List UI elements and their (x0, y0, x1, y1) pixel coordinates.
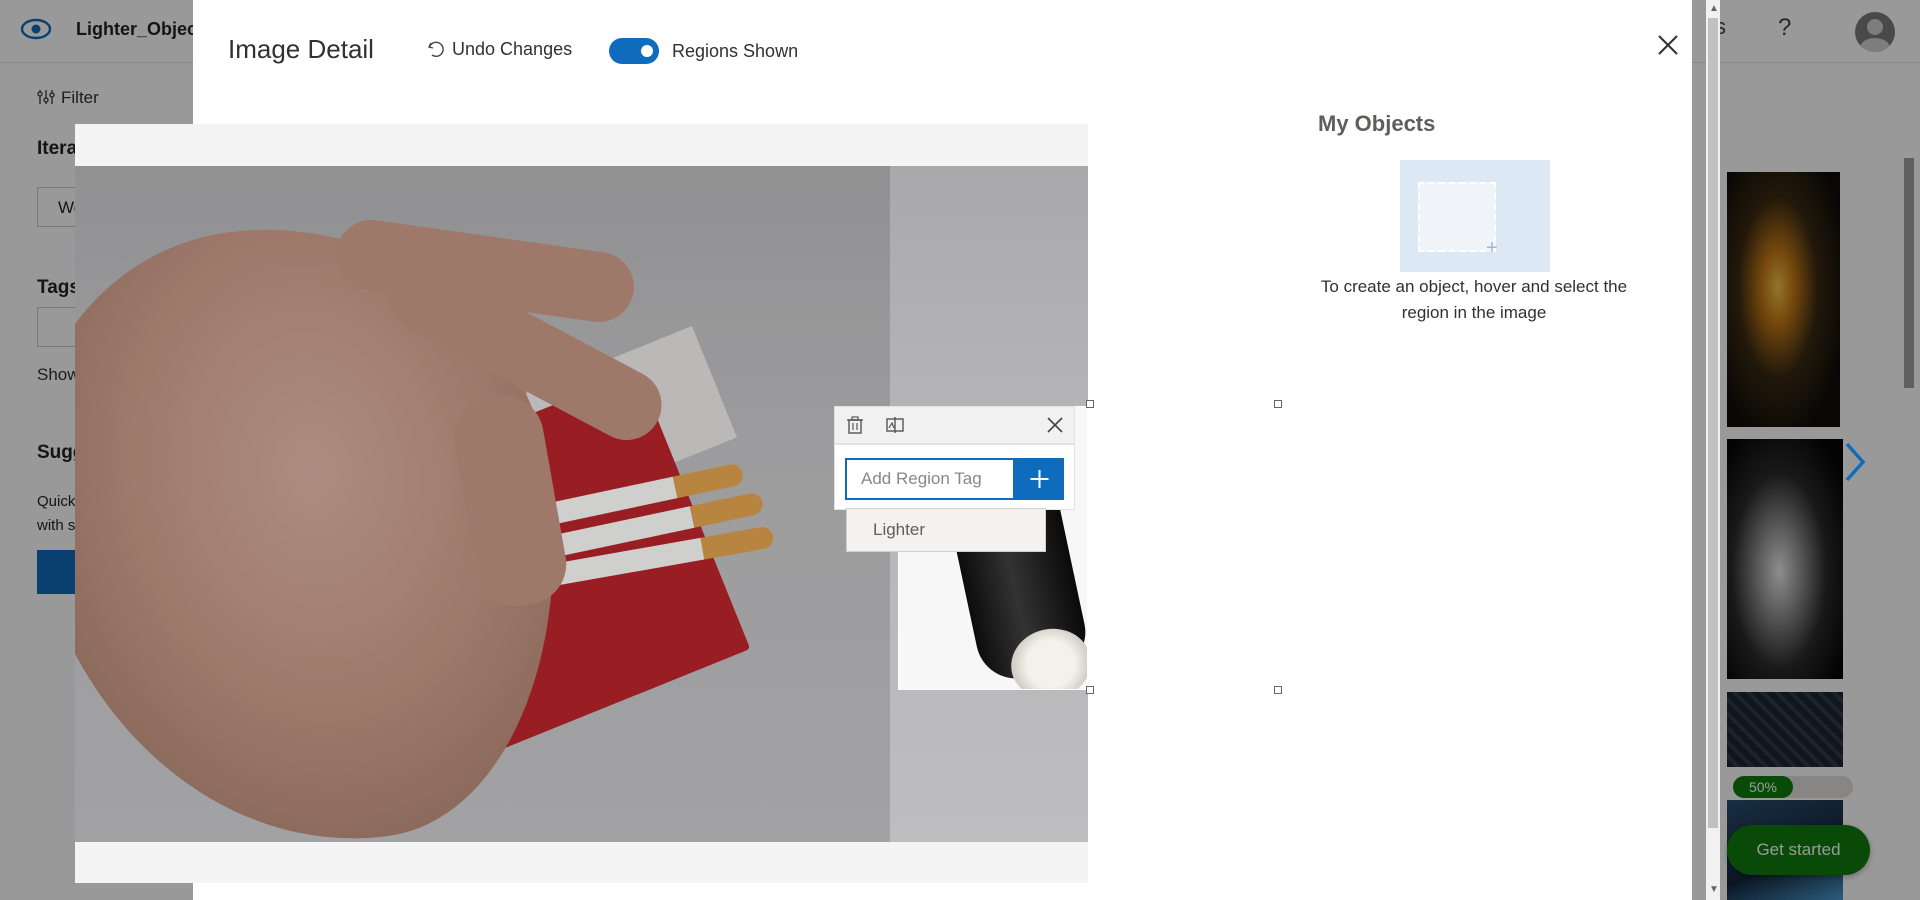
modal-scrollbar[interactable]: ▲ ▼ (1706, 0, 1720, 900)
tag-suggestion-item[interactable]: Lighter (846, 508, 1046, 552)
undo-changes-button[interactable]: Undo Changes (426, 39, 572, 60)
create-object-illustration: + (1400, 160, 1550, 272)
undo-icon (427, 41, 444, 58)
plus-icon[interactable] (1015, 458, 1064, 500)
resize-handle[interactable] (1274, 686, 1282, 694)
delete-icon[interactable] (845, 415, 865, 435)
modal-title: Image Detail (228, 34, 374, 64)
regions-shown-toggle[interactable] (609, 38, 659, 64)
my-objects-title: My Objects (1318, 111, 1436, 136)
compare-icon[interactable] (885, 415, 905, 435)
close-icon[interactable] (1656, 33, 1680, 57)
region-tag-input[interactable] (845, 458, 1015, 500)
region-toolbar (834, 406, 1075, 444)
close-icon[interactable] (1045, 415, 1065, 435)
my-objects-hint: To create an object, hover and select th… (1320, 277, 1628, 322)
regions-shown-label: Regions Shown (672, 41, 799, 61)
chevron-right-icon[interactable] (1841, 440, 1869, 484)
image-dim-overlay (75, 166, 890, 842)
resize-handle[interactable] (1086, 686, 1094, 694)
resize-handle[interactable] (1274, 400, 1282, 408)
resize-handle[interactable] (1086, 400, 1094, 408)
undo-label: Undo Changes (452, 39, 573, 59)
